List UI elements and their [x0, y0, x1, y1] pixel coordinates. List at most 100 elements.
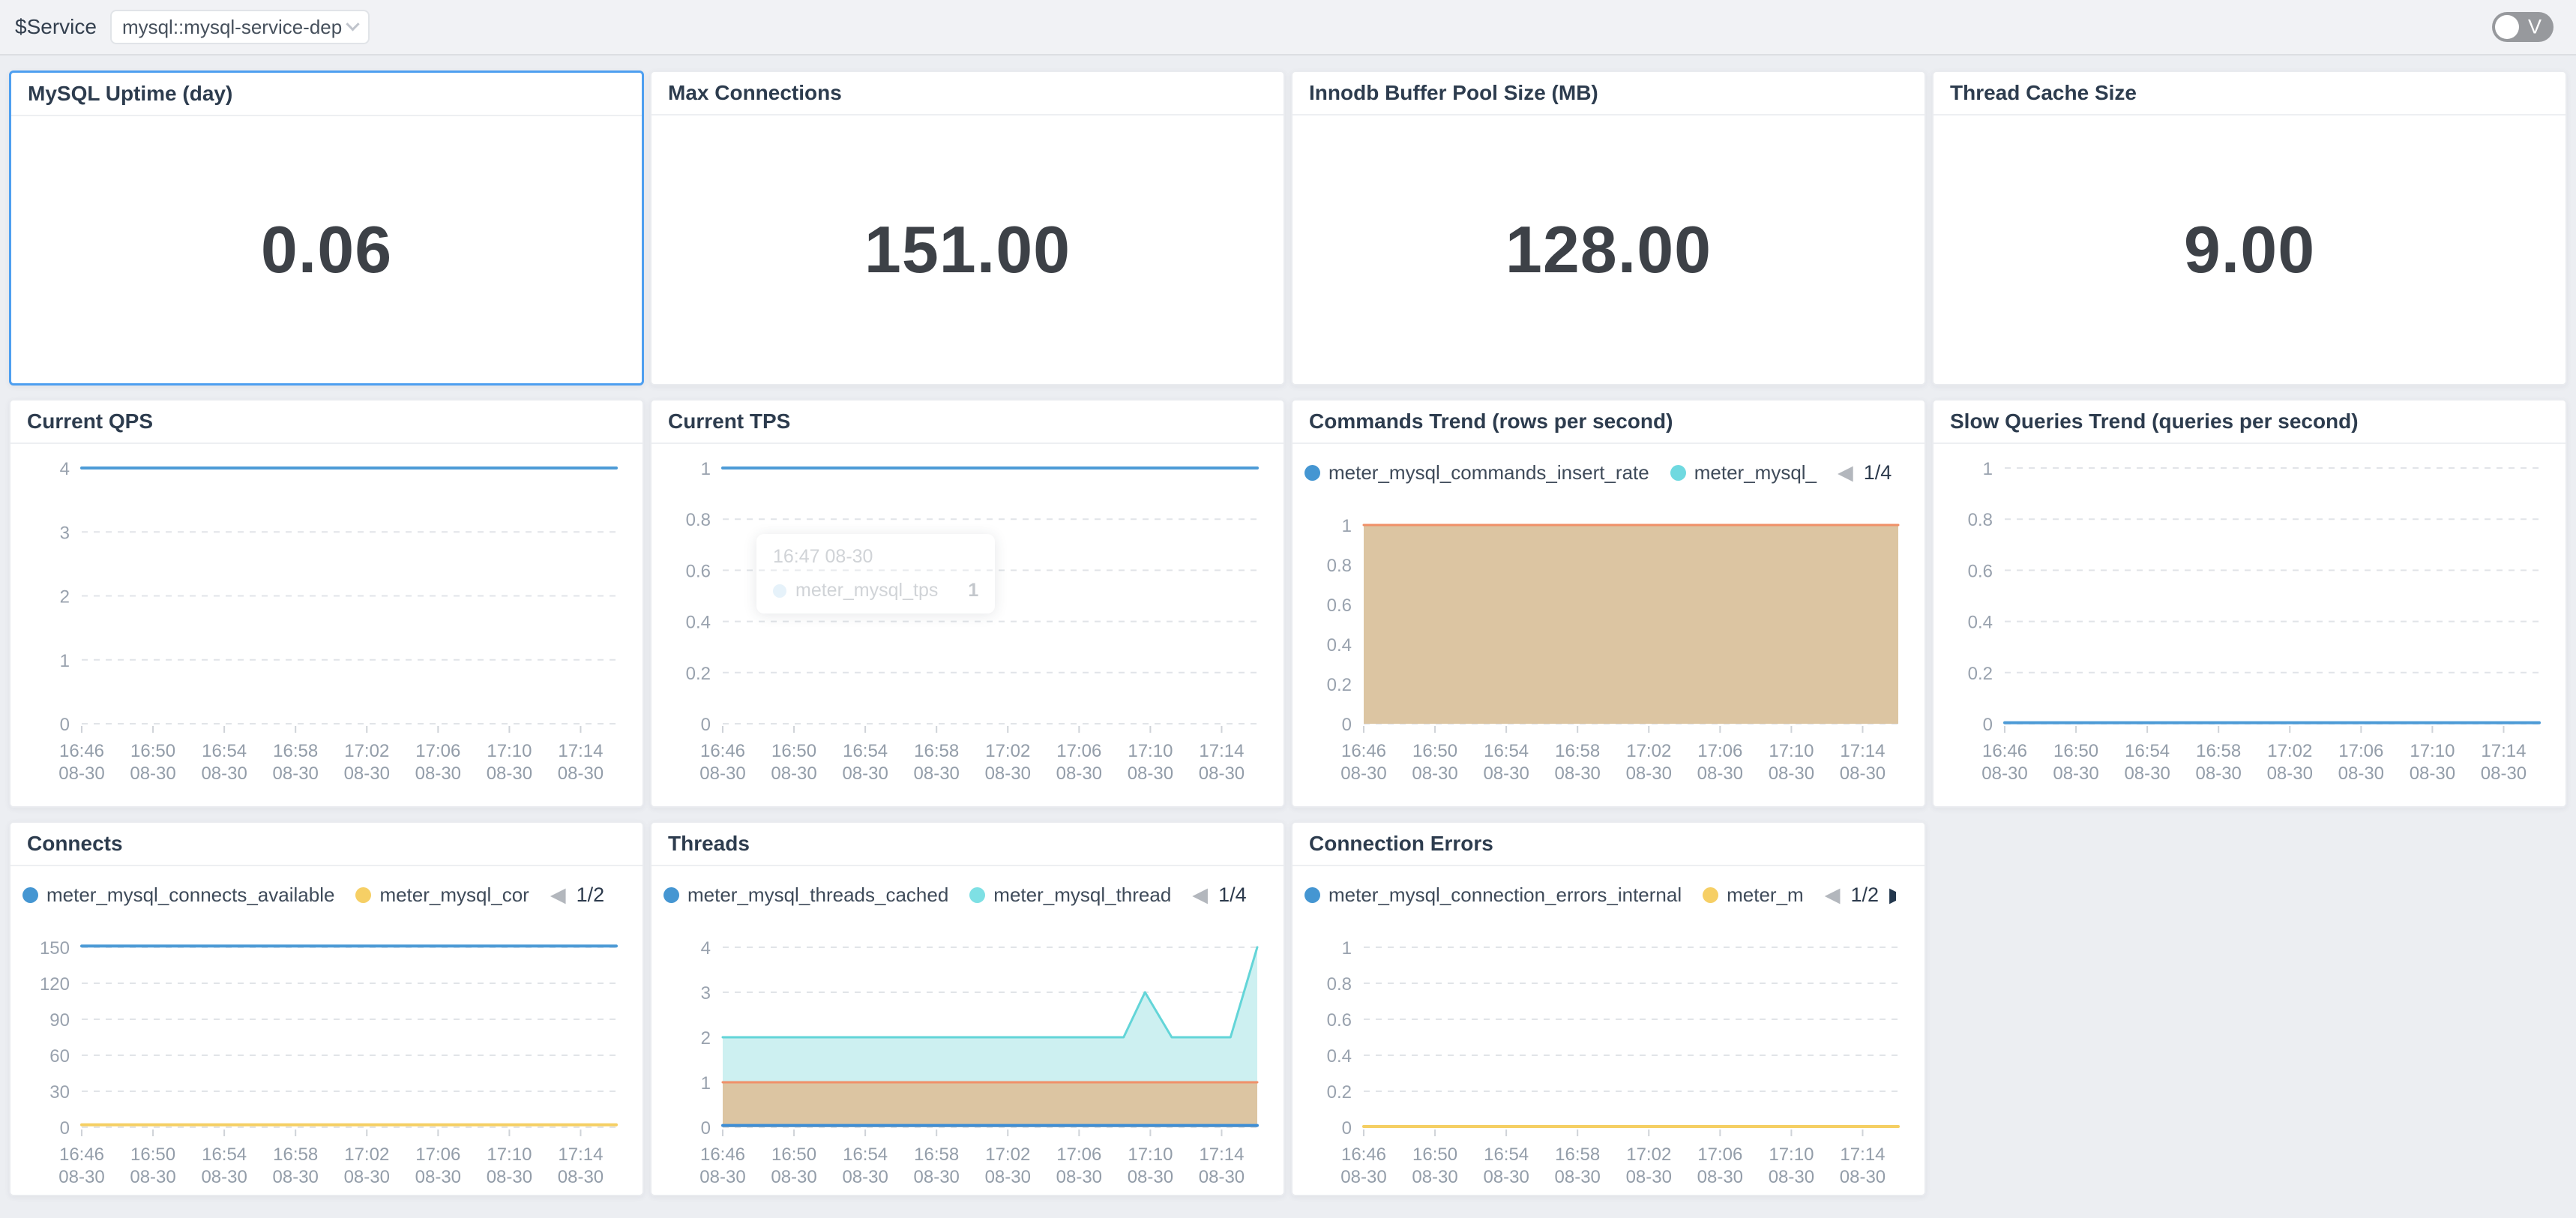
legend-page-indicator: 1/2	[1850, 884, 1879, 907]
chart-plot[interactable]: 00.20.40.60.8116:4608-3016:5008-3016:540…	[1292, 489, 1925, 806]
topbar-right: V	[2492, 12, 2564, 42]
chart-legend: meter_mysql_threads_cached meter_mysql_th…	[663, 878, 1255, 911]
svg-text:0: 0	[1342, 1118, 1352, 1138]
stat-card-mysql-uptime[interactable]: MySQL Uptime (day) 0.06	[9, 70, 644, 386]
svg-text:4: 4	[60, 459, 70, 479]
chart-card-slow-queries-trend: Slow Queries Trend (queries per second) …	[1932, 399, 2567, 808]
svg-text:3: 3	[701, 983, 711, 1004]
chart-plot[interactable]: 00.20.40.60.8116:4608-3016:5008-3016:540…	[651, 444, 1284, 806]
legend-item[interactable]: meter_mysql_connects_available	[22, 884, 334, 907]
svg-text:0: 0	[60, 1118, 70, 1138]
svg-text:17:0608-30: 17:0608-30	[1697, 1144, 1743, 1187]
svg-text:16:5408-30: 16:5408-30	[2124, 741, 2170, 784]
svg-text:16:5008-30: 16:5008-30	[2053, 741, 2098, 784]
toggle-knob-icon	[2495, 15, 2519, 39]
legend-pager: ◀1/4▶	[1192, 884, 1255, 907]
view-toggle[interactable]: V	[2492, 12, 2554, 42]
topbar: $Service mysql::mysql-service-deployme V	[0, 0, 2576, 56]
legend-pager: ◀1/4▶	[1838, 461, 1896, 484]
svg-text:17:1408-30: 17:1408-30	[1840, 1144, 1886, 1187]
chart-card-connects: Connects meter_mysql_connects_availablem…	[9, 821, 644, 1196]
svg-text:16:5808-30: 16:5808-30	[1555, 1144, 1601, 1187]
stat-card-thread-cache-size[interactable]: Thread Cache Size 9.00	[1932, 70, 2567, 386]
legend-dot-icon	[22, 887, 38, 903]
svg-text:150: 150	[40, 938, 70, 958]
legend-prev-page-icon[interactable]: ◀	[550, 885, 566, 905]
svg-text:16:5808-30: 16:5808-30	[914, 741, 960, 784]
svg-text:17:1408-30: 17:1408-30	[2481, 741, 2527, 784]
legend-page-indicator: 1/2	[577, 884, 605, 907]
svg-text:16:5808-30: 16:5808-30	[273, 741, 319, 784]
legend-label: meter_mysql_connection_errors_internal	[1328, 884, 1682, 907]
chart-plot[interactable]: 00.20.40.60.8116:4608-3016:5008-3016:540…	[1292, 911, 1925, 1195]
svg-text:0.6: 0.6	[1327, 596, 1352, 616]
svg-text:1: 1	[701, 459, 711, 479]
legend-dot-icon	[969, 887, 985, 903]
svg-text:0.4: 0.4	[686, 613, 711, 633]
service-select-value: mysql::mysql-service-deployme	[122, 16, 343, 39]
legend-item[interactable]: meter_mysql_threads_cached	[663, 884, 948, 907]
svg-text:16:5008-30: 16:5008-30	[1412, 1144, 1457, 1187]
card-title: Commands Trend (rows per second)	[1292, 400, 1925, 444]
chart-card-current-qps: Current QPS 0123416:4608-3016:5008-3016:…	[9, 399, 644, 808]
legend-item[interactable]: meter_m	[1703, 884, 1804, 907]
svg-text:0.4: 0.4	[1968, 613, 1993, 633]
svg-text:0: 0	[701, 715, 711, 735]
svg-text:16:4608-30: 16:4608-30	[1981, 741, 2027, 784]
toggle-label: V	[2528, 16, 2542, 39]
svg-text:16:4608-30: 16:4608-30	[58, 741, 104, 784]
svg-text:0.4: 0.4	[1327, 1046, 1352, 1066]
svg-text:16:5008-30: 16:5008-30	[771, 1144, 816, 1187]
svg-text:17:0608-30: 17:0608-30	[415, 741, 461, 784]
svg-text:0.2: 0.2	[686, 664, 711, 684]
chart-plot[interactable]: 0123416:4608-3016:5008-3016:5408-3016:58…	[651, 911, 1284, 1195]
card-title: MySQL Uptime (day)	[11, 73, 642, 116]
legend-item[interactable]: meter_mysql_commands_insert_rate	[1304, 461, 1649, 484]
svg-text:17:1408-30: 17:1408-30	[1199, 741, 1245, 784]
svg-text:16:4608-30: 16:4608-30	[1340, 1144, 1386, 1187]
svg-text:0.8: 0.8	[686, 510, 711, 530]
svg-text:16:5408-30: 16:5408-30	[1483, 741, 1529, 784]
card-title: Max Connections	[651, 72, 1284, 116]
legend-item[interactable]: meter_mysql_	[1670, 461, 1817, 484]
svg-text:16:5408-30: 16:5408-30	[842, 1144, 888, 1187]
legend-prev-page-icon[interactable]: ◀	[1825, 885, 1841, 905]
legend-dot-icon	[1304, 465, 1320, 481]
chevron-down-icon	[346, 17, 359, 31]
legend-pager: ◀ 1/2 ▶	[1825, 884, 1896, 907]
legend-page-indicator: 1/4	[1864, 461, 1892, 484]
service-select[interactable]: mysql::mysql-service-deployme	[110, 10, 370, 44]
dashboard-page: $Service mysql::mysql-service-deployme V…	[0, 0, 2576, 1218]
legend-item[interactable]: meter_mysql_thread	[969, 884, 1171, 907]
chart-legend: meter_mysql_connection_errors_internal me…	[1304, 878, 1896, 911]
legend-label: meter_mysql_threads_cached	[687, 884, 948, 907]
stat-card-max-connections[interactable]: Max Connections 151.00	[650, 70, 1285, 386]
legend-item[interactable]: meter_mysql_connection_errors_internal	[1304, 884, 1682, 907]
card-title: Current QPS	[10, 400, 643, 444]
svg-text:0.2: 0.2	[1968, 664, 1993, 684]
svg-text:17:1408-30: 17:1408-30	[558, 741, 604, 784]
chart-plot[interactable]: 030609012015016:4608-3016:5008-3016:5408…	[10, 911, 643, 1195]
legend-pager: ◀1/2▶	[550, 884, 614, 907]
card-title: Threads	[651, 823, 1284, 866]
legend-prev-page-icon[interactable]: ◀	[1192, 885, 1208, 905]
chart-plot[interactable]: 00.20.40.60.8116:4608-3016:5008-3016:540…	[1933, 444, 2566, 806]
chart-plot[interactable]: 0123416:4608-3016:5008-3016:5408-3016:58…	[10, 444, 643, 806]
svg-text:16:5008-30: 16:5008-30	[130, 741, 175, 784]
chart-legend: meter_mysql_commands_insert_rate meter_my…	[1304, 456, 1896, 489]
legend-prev-page-icon[interactable]: ◀	[1838, 463, 1853, 483]
svg-text:16:5808-30: 16:5808-30	[2196, 741, 2242, 784]
legend-label: meter_mysql_	[1694, 461, 1817, 484]
svg-text:0.2: 0.2	[1327, 1082, 1352, 1102]
legend-next-page-icon[interactable]: ▶	[1889, 885, 1896, 905]
svg-text:17:0208-30: 17:0208-30	[2267, 741, 2313, 784]
svg-text:1: 1	[701, 1073, 711, 1094]
legend-label: meter_mysql_cor	[379, 884, 529, 907]
svg-text:16:4608-30: 16:4608-30	[58, 1144, 104, 1187]
svg-text:90: 90	[49, 1010, 70, 1030]
stat-card-innodb-buffer-pool[interactable]: Innodb Buffer Pool Size (MB) 128.00	[1291, 70, 1926, 386]
svg-text:17:0208-30: 17:0208-30	[985, 1144, 1031, 1187]
svg-text:3: 3	[60, 523, 70, 543]
legend-item[interactable]: meter_mysql_cor	[355, 884, 529, 907]
legend-dot-icon	[1703, 887, 1718, 903]
